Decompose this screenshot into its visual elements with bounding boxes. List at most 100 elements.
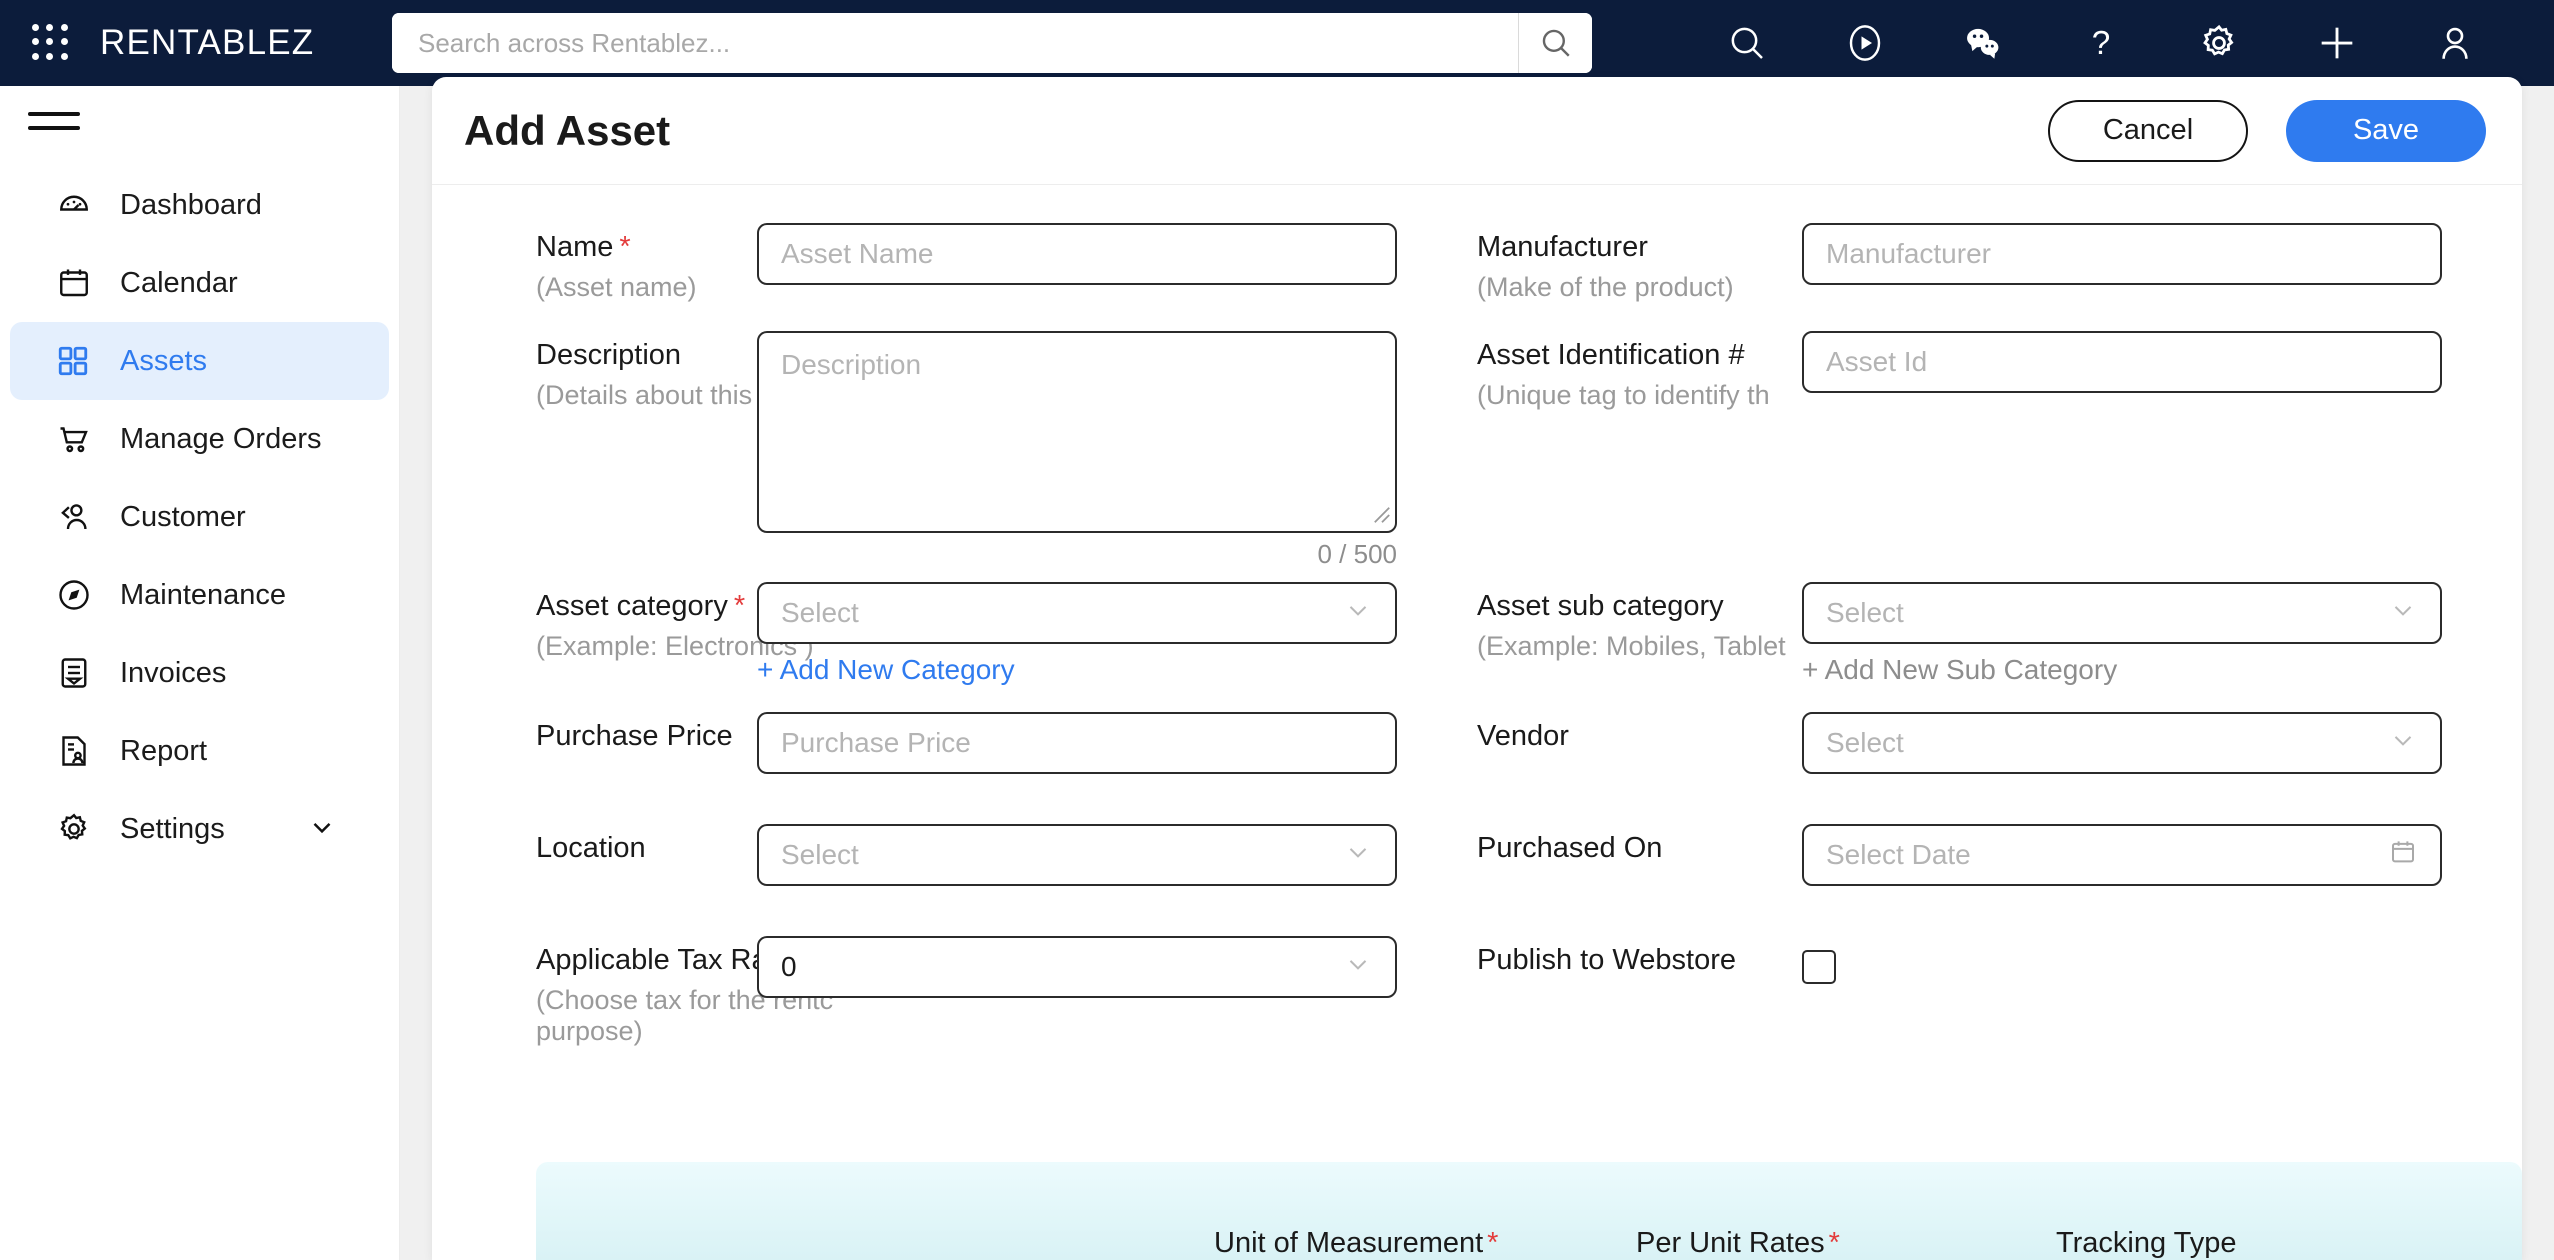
- question-mark-icon: ?: [2092, 25, 2111, 62]
- field-description: Description (Details about this asset) 0…: [432, 331, 1477, 570]
- sidebar-item-assets[interactable]: Assets: [10, 322, 389, 400]
- asset-category-control: Select + Add New Category: [757, 582, 1397, 686]
- field-tax-rates: Applicable Tax Rates (Choose tax for the…: [432, 936, 1477, 1047]
- vendor-label-block: Vendor: [1477, 712, 1802, 774]
- save-button[interactable]: Save: [2286, 99, 2486, 162]
- column-header-unit-of-measurement: Unit of Measurement *: [1214, 1227, 1499, 1259]
- location-control: Select: [757, 824, 1397, 886]
- field-asset-sub-category: Asset sub category (Example: Mobiles, Ta…: [1477, 582, 2522, 686]
- topbar-settings-button[interactable]: [2160, 0, 2278, 86]
- search-icon: [1731, 27, 1763, 59]
- add-new-sub-category-link[interactable]: + Add New Sub Category: [1802, 654, 2442, 686]
- description-textarea[interactable]: [757, 331, 1397, 533]
- location-select[interactable]: Select: [757, 824, 1397, 886]
- required-asterisk: *: [1828, 1227, 1840, 1259]
- topbar-help-button[interactable]: ?: [2042, 0, 2160, 86]
- asset-category-select[interactable]: Select: [757, 582, 1397, 644]
- search-input[interactable]: [392, 13, 1518, 73]
- purchase-price-input[interactable]: [757, 712, 1397, 774]
- form-row-name: Name* (Asset name) Manufacturer (Make of…: [432, 223, 2522, 303]
- sidebar-menu-list: Dashboard Calendar Assets Manage Orders …: [0, 166, 399, 868]
- asset-id-label-block: Asset Identification # (Unique tag to id…: [1477, 331, 1802, 570]
- speedometer-icon: [56, 187, 98, 223]
- field-vendor: Vendor Select: [1477, 712, 2522, 774]
- tax-rates-select[interactable]: 0: [757, 936, 1397, 998]
- sidebar-item-customer[interactable]: Customer: [10, 478, 389, 556]
- asset-sub-category-select[interactable]: Select: [1802, 582, 2442, 644]
- purchased-on-label: Purchased On: [1477, 832, 1663, 864]
- manufacturer-label-block: Manufacturer (Make of the product): [1477, 223, 1802, 303]
- sidebar-item-label: Maintenance: [120, 578, 287, 611]
- form-row-tax-rates: Applicable Tax Rates (Choose tax for the…: [432, 936, 2522, 1047]
- description-label-block: Description (Details about this asset): [432, 331, 834, 570]
- global-search-bar[interactable]: [392, 13, 1592, 73]
- column-header-tracking-type: Tracking Type: [2056, 1227, 2237, 1259]
- search-submit-button[interactable]: [1518, 13, 1592, 73]
- form-row-description: Description (Details about this asset) 0…: [432, 331, 2522, 570]
- sidebar-item-settings[interactable]: Settings: [10, 790, 389, 868]
- sidebar-item-manage-orders[interactable]: Manage Orders: [10, 400, 389, 478]
- tax-rates-value: 0: [781, 951, 797, 982]
- gear-icon: [2203, 24, 2234, 56]
- asset-category-label-block: Asset category * (Example: Electronics ): [432, 582, 814, 686]
- field-location: Location Select: [432, 824, 1477, 886]
- calendar-icon[interactable]: [2388, 837, 2418, 874]
- card-header: Add Asset Cancel Save: [432, 77, 2522, 185]
- vendor-value: Select: [1826, 727, 1904, 758]
- field-purchase-price: Purchase Price: [432, 712, 1477, 774]
- add-asset-form: Name* (Asset name) Manufacturer (Make of…: [432, 185, 2522, 1047]
- sidebar-item-dashboard[interactable]: Dashboard: [10, 166, 389, 244]
- tax-rates-label: Applicable Tax Rates: [536, 944, 807, 976]
- sidebar-item-report[interactable]: Report: [10, 712, 389, 790]
- sidebar-item-label: Assets: [120, 344, 208, 377]
- description-hint: (Details about this asset): [536, 380, 834, 410]
- purchased-on-value: Select Date: [1826, 839, 1971, 870]
- sidebar-item-invoices[interactable]: Invoices: [10, 634, 389, 712]
- publish-webstore-checkbox[interactable]: [1802, 950, 1836, 984]
- column-header-per-unit-rates: Per Unit Rates *: [1636, 1227, 1840, 1259]
- asset-id-hint: (Unique tag to identify th: [1477, 380, 1770, 410]
- manufacturer-control: [1802, 223, 2442, 303]
- header-action-buttons: Cancel Save: [2048, 99, 2486, 162]
- vendor-select[interactable]: Select: [1802, 712, 2442, 774]
- hamburger-icon[interactable]: [28, 112, 80, 130]
- rates-panel-column-headers: Unit of Measurement * Per Unit Rates * Tra…: [536, 1220, 2522, 1260]
- chevron-down-icon: [1343, 949, 1373, 986]
- chevron-down-icon[interactable]: [307, 812, 337, 847]
- chevron-down-icon: [1343, 595, 1373, 632]
- grid-apps-icon[interactable]: [28, 20, 74, 66]
- sidebar-item-calendar[interactable]: Calendar: [10, 244, 389, 322]
- add-new-category-link[interactable]: + Add New Category: [757, 654, 1397, 686]
- vendor-label: Vendor: [1477, 720, 1569, 752]
- location-label: Location: [536, 832, 646, 864]
- topbar-chat-button[interactable]: [1924, 0, 2042, 86]
- purchased-on-datepicker[interactable]: Select Date: [1802, 824, 2442, 886]
- cancel-button[interactable]: Cancel: [2048, 99, 2248, 162]
- sidebar-item-maintenance[interactable]: Maintenance: [10, 556, 389, 634]
- calendar-icon: [56, 265, 98, 301]
- compass-icon: [56, 577, 98, 613]
- asset-sub-category-label-block: Asset sub category (Example: Mobiles, Ta…: [1477, 582, 1802, 686]
- location-label-block: Location: [432, 824, 757, 886]
- asset-sub-category-hint: (Example: Mobiles, Tablet: [1477, 631, 1786, 661]
- brand-logo-text: RENTABLEZ: [100, 23, 315, 62]
- chevron-down-icon: [2388, 725, 2418, 762]
- name-input[interactable]: [757, 223, 1397, 285]
- svg-text:?: ?: [2092, 25, 2111, 62]
- tax-rates-control: 0: [757, 936, 1397, 1047]
- topbar-add-button[interactable]: [2278, 0, 2396, 86]
- manufacturer-input[interactable]: [1802, 223, 2442, 285]
- field-purchased-on: Purchased On Select Date: [1477, 824, 2522, 886]
- form-row-purchase-price: Purchase Price Vendor Select: [432, 712, 2522, 774]
- grid-squares-icon: [56, 344, 98, 378]
- publish-webstore-label-block: Publish to Webstore: [1477, 936, 1802, 1047]
- topbar-search-icon-button[interactable]: [1688, 0, 1806, 86]
- sidebar-item-label: Customer: [120, 500, 246, 533]
- asset-id-input[interactable]: [1802, 331, 2442, 393]
- sidebar-item-label: Dashboard: [120, 188, 262, 221]
- description-control: 0 / 500: [757, 331, 1397, 570]
- plus-icon: [2321, 27, 2353, 59]
- topbar-tutorials-button[interactable]: [1806, 0, 1924, 86]
- topbar-profile-button[interactable]: [2396, 0, 2514, 86]
- publish-webstore-control: [1802, 936, 1836, 1047]
